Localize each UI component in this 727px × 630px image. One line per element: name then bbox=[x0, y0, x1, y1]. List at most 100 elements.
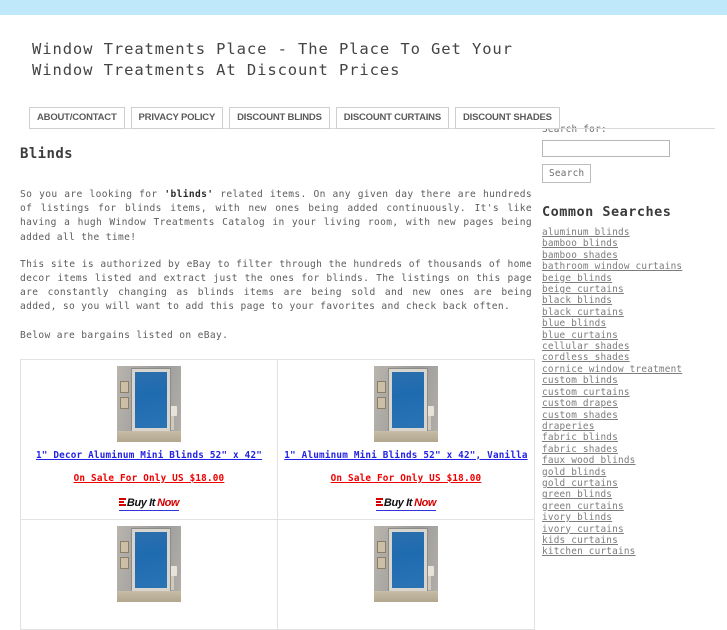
search-link-black-blinds[interactable]: black blinds bbox=[542, 295, 725, 306]
list-item: bathroom window curtains bbox=[542, 261, 725, 272]
nav-tab-discount-curtains[interactable]: DISCOUNT CURTAINS bbox=[335, 107, 449, 129]
list-item: green blinds bbox=[542, 489, 725, 500]
list-item: custom blinds bbox=[542, 375, 725, 386]
search-link-gold-curtains[interactable]: gold curtains bbox=[542, 478, 725, 489]
list-item: aluminum blinds bbox=[542, 227, 725, 238]
search-link-green-curtains[interactable]: green curtains bbox=[542, 501, 725, 512]
search-link-fabric-blinds[interactable]: fabric blinds bbox=[542, 432, 725, 443]
listing-cell[interactable] bbox=[20, 519, 278, 630]
search-link-bathroom-window-curtains[interactable]: bathroom window curtains bbox=[542, 261, 725, 272]
list-item: beige curtains bbox=[542, 284, 725, 295]
buy-it-label: Buy It bbox=[383, 496, 413, 509]
list-item: faux wood blinds bbox=[542, 455, 725, 466]
ebay-bars-icon bbox=[118, 498, 126, 507]
list-item: beige blinds bbox=[542, 273, 725, 284]
list-item: cornice window treatment bbox=[542, 364, 725, 375]
search-link-aluminum-blinds[interactable]: aluminum blinds bbox=[542, 227, 725, 238]
search-link-cordless-shades[interactable]: cordless shades bbox=[542, 352, 725, 363]
site-title: Window Treatments Place - The Place To G… bbox=[32, 40, 513, 79]
search-link-custom-shades[interactable]: custom shades bbox=[542, 410, 725, 421]
search-link-draperies[interactable]: draperies bbox=[542, 421, 725, 432]
list-item: custom curtains bbox=[542, 387, 725, 398]
search-link-ivory-curtains[interactable]: ivory curtains bbox=[542, 524, 725, 535]
listing-cell[interactable]: 1" Aluminum Mini Blinds 52" x 42", Vanil… bbox=[277, 358, 535, 521]
list-item: fabric blinds bbox=[542, 432, 725, 443]
listing-cell[interactable]: 1" Decor Aluminum Mini Blinds 52" x 42" … bbox=[20, 358, 278, 521]
listing-price-link[interactable]: On Sale For Only US $18.00 bbox=[331, 473, 482, 484]
list-item: cellular shades bbox=[542, 341, 725, 352]
search-link-beige-curtains[interactable]: beige curtains bbox=[542, 284, 725, 295]
table-row bbox=[20, 519, 535, 630]
nav-tab-discount-shades[interactable]: DISCOUNT SHADES bbox=[454, 107, 560, 129]
search-link-green-blinds[interactable]: green blinds bbox=[542, 489, 725, 500]
search-link-custom-curtains[interactable]: custom curtains bbox=[542, 387, 725, 398]
search-link-blue-curtains[interactable]: blue curtains bbox=[542, 330, 725, 341]
common-searches-heading: Common Searches bbox=[542, 204, 672, 220]
intro-paragraph-1: So you are looking for 'blinds' related … bbox=[20, 188, 532, 245]
content-area: Blinds So you are looking for 'blinds' r… bbox=[0, 124, 727, 630]
search-link-faux-wood-blinds[interactable]: faux wood blinds bbox=[542, 455, 725, 466]
product-thumbnail-image[interactable] bbox=[374, 365, 438, 442]
product-thumbnail-image[interactable] bbox=[374, 526, 438, 603]
now-label: Now bbox=[157, 496, 180, 509]
nav-tab-discount-blinds[interactable]: DISCOUNT BLINDS bbox=[229, 107, 330, 129]
search-input[interactable] bbox=[542, 140, 670, 157]
listing-title-link[interactable]: 1" Aluminum Mini Blinds 52" x 42", Vanil… bbox=[284, 449, 527, 462]
product-thumbnail-image[interactable] bbox=[117, 526, 181, 603]
search-link-fabric-shades[interactable]: fabric shades bbox=[542, 444, 725, 455]
intro-paragraph-2: This site is authorized by eBay to filte… bbox=[20, 258, 532, 313]
search-link-kitchen-curtains[interactable]: kitchen curtains bbox=[542, 546, 725, 557]
main-column: Blinds So you are looking for 'blinds' r… bbox=[0, 146, 540, 630]
ebay-bars-icon bbox=[375, 498, 383, 507]
search-link-ivory-blinds[interactable]: ivory blinds bbox=[542, 512, 725, 523]
top-accent-bar bbox=[0, 0, 727, 15]
search-link-custom-drapes[interactable]: custom drapes bbox=[542, 398, 725, 409]
page-title: Blinds bbox=[20, 146, 73, 162]
list-item: black curtains bbox=[542, 307, 725, 318]
list-item: green curtains bbox=[542, 501, 725, 512]
list-item: bamboo shades bbox=[542, 250, 725, 261]
list-item: gold blinds bbox=[542, 467, 725, 478]
search-link-custom-blinds[interactable]: custom blinds bbox=[542, 375, 725, 386]
buy-it-now-button[interactable]: Buy It Now bbox=[375, 496, 437, 511]
product-thumbnail-image[interactable] bbox=[117, 365, 181, 442]
listing-price-link[interactable]: On Sale For Only US $18.00 bbox=[74, 473, 225, 484]
search-link-cellular-shades[interactable]: cellular shades bbox=[542, 341, 725, 352]
common-searches-list: aluminum blinds bamboo blinds bamboo sha… bbox=[542, 227, 725, 558]
bargains-note: Below are bargains listed on eBay. bbox=[20, 329, 229, 341]
listing-title-link[interactable]: 1" Decor Aluminum Mini Blinds 52" x 42" bbox=[36, 449, 262, 462]
now-label: Now bbox=[414, 496, 437, 509]
list-item: ivory blinds bbox=[542, 512, 725, 523]
listings-table: 1" Decor Aluminum Mini Blinds 52" x 42" … bbox=[20, 358, 535, 630]
list-item: custom shades bbox=[542, 410, 725, 421]
listing-cell[interactable] bbox=[277, 519, 535, 630]
intro-keyword: 'blinds' bbox=[164, 189, 214, 200]
list-item: kitchen curtains bbox=[542, 546, 725, 557]
page-container: Window Treatments Place - The Place To G… bbox=[0, 39, 727, 630]
list-item: gold curtains bbox=[542, 478, 725, 489]
search-link-blue-blinds[interactable]: blue blinds bbox=[542, 318, 725, 329]
search-link-black-curtains[interactable]: black curtains bbox=[542, 307, 725, 318]
search-link-bamboo-shades[interactable]: bamboo shades bbox=[542, 250, 725, 261]
sidebar: Search for: Search Common Searches alumi… bbox=[540, 124, 725, 558]
table-row: 1" Decor Aluminum Mini Blinds 52" x 42" … bbox=[20, 358, 535, 521]
list-item: black blinds bbox=[542, 295, 725, 306]
search-button[interactable]: Search bbox=[542, 164, 592, 183]
buy-it-label: Buy It bbox=[126, 496, 156, 509]
list-item: draperies bbox=[542, 421, 725, 432]
main-navigation: ABOUT/CONTACT PRIVACY POLICY DISCOUNT BL… bbox=[29, 107, 727, 129]
list-item: blue curtains bbox=[542, 330, 725, 341]
list-item: cordless shades bbox=[542, 352, 725, 363]
search-link-bamboo-blinds[interactable]: bamboo blinds bbox=[542, 238, 725, 249]
nav-tab-privacy-policy[interactable]: PRIVACY POLICY bbox=[130, 107, 224, 129]
list-item: fabric shades bbox=[542, 444, 725, 455]
nav-tab-about-contact[interactable]: ABOUT/CONTACT bbox=[29, 107, 125, 129]
list-item: custom drapes bbox=[542, 398, 725, 409]
search-link-cornice-window-treatment[interactable]: cornice window treatment bbox=[542, 364, 725, 375]
search-link-gold-blinds[interactable]: gold blinds bbox=[542, 467, 725, 478]
search-link-beige-blinds[interactable]: beige blinds bbox=[542, 273, 725, 284]
list-item: bamboo blinds bbox=[542, 238, 725, 249]
buy-it-now-button[interactable]: Buy It Now bbox=[118, 496, 180, 511]
list-item: blue blinds bbox=[542, 318, 725, 329]
intro-text-pre: So you are looking for bbox=[20, 189, 165, 200]
